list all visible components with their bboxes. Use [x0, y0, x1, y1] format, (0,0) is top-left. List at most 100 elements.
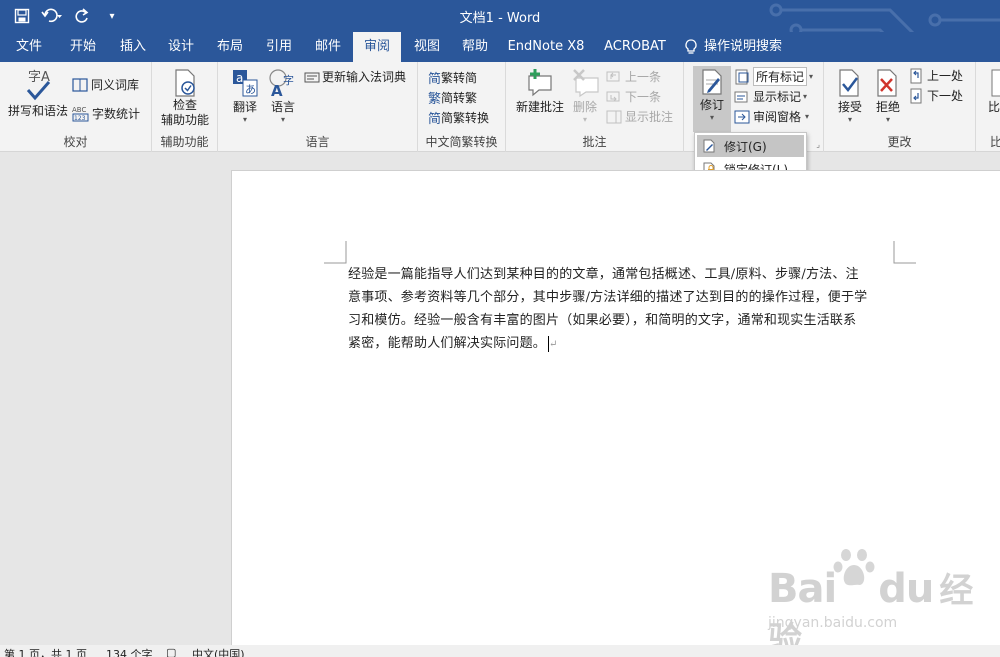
margin-corner-mark-right — [893, 241, 916, 264]
update-ime-dictionary-button[interactable]: 更新输入法词典 — [304, 68, 406, 85]
show-markup-button[interactable]: 显示标记 ▾ — [734, 88, 807, 105]
tab-insert[interactable]: 插入 — [108, 32, 158, 62]
tell-me-search[interactable]: 操作说明搜索 — [684, 32, 782, 62]
accept-dropdown-arrow[interactable]: ▾ — [848, 115, 852, 125]
track-changes-small-icon — [703, 139, 715, 153]
translate-dropdown-arrow[interactable]: ▾ — [243, 115, 247, 125]
proofing-status-icon[interactable]: ▢ — [166, 646, 176, 657]
language-status[interactable]: 中文(中国) — [192, 646, 245, 657]
accept-button[interactable]: 接受 ▾ — [832, 68, 868, 125]
next-comment-button[interactable]: 下一条 — [606, 88, 661, 105]
compare-button[interactable]: 比 — [988, 68, 1000, 115]
svg-text:字: 字 — [283, 73, 294, 87]
previous-comment-button[interactable]: 上一条 — [606, 68, 661, 85]
tab-view[interactable]: 视图 — [402, 32, 452, 62]
simplified-to-traditional-button[interactable]: 繁简转繁 — [428, 88, 477, 107]
tab-layout[interactable]: 布局 — [205, 32, 255, 62]
translate-icon: aあ — [233, 70, 258, 97]
reviewing-pane-icon — [734, 110, 750, 123]
delete-comment-label: 删除 — [572, 100, 597, 114]
word-count-button[interactable]: ABC 123 字数统计 — [72, 104, 140, 122]
reject-button[interactable]: 拒绝 ▾ — [870, 68, 906, 125]
previous-comment-icon — [606, 71, 620, 81]
thesaurus-button[interactable]: 同义词库 — [72, 76, 139, 93]
tab-review[interactable]: 审阅 — [353, 32, 401, 62]
translate-button[interactable]: aあ 翻译 ▾ — [228, 68, 262, 125]
watermark-brand: Bai du 经验 — [768, 566, 973, 657]
reject-dropdown-arrow[interactable]: ▾ — [886, 115, 890, 125]
show-markup-dropdown-arrow[interactable]: ▾ — [803, 92, 807, 102]
tab-acrobat[interactable]: ACROBAT — [598, 32, 672, 62]
text-line-last: 紧密，能帮助人们解决实际问题。 ↵ — [348, 332, 893, 356]
book-icon — [72, 77, 88, 92]
next-comment-label: 下一条 — [625, 90, 662, 104]
language-button[interactable]: A字 语言 ▾ — [266, 68, 300, 125]
traditional-to-simplified-button[interactable]: 简繁转简 — [428, 68, 477, 87]
reviewing-pane-dropdown-arrow[interactable]: ▾ — [805, 112, 809, 122]
show-comments-button[interactable]: 显示批注 — [606, 108, 673, 125]
spelling-check-icon: 字A — [26, 70, 51, 101]
tab-references[interactable]: 引用 — [254, 32, 304, 62]
page-count[interactable]: 第 1 页，共 1 页 — [4, 646, 87, 657]
text-line: 紧密，能帮助人们解决实际问题。 — [348, 336, 547, 351]
previous-change-icon — [910, 68, 922, 83]
chinese-conversion-label: 简繁转换 — [441, 111, 490, 125]
group-label-comments: 批注 — [582, 135, 607, 149]
chinese-conversion-button[interactable]: 简简繁转换 — [428, 108, 489, 127]
tracking-options-launcher-icon[interactable]: ⌟ — [816, 140, 820, 149]
group-accessibility: 检查 辅助功能 辅助功能 — [152, 62, 218, 152]
new-comment-button[interactable]: 新建批注 — [512, 68, 568, 115]
tab-help[interactable]: 帮助 — [450, 32, 500, 62]
update-ime-dictionary-label: 更新输入法词典 — [322, 70, 407, 84]
tab-home[interactable]: 开始 — [58, 32, 108, 62]
delete-comment-button[interactable]: 删除 ▾ — [566, 68, 604, 125]
next-change-button[interactable]: 下一处 — [910, 87, 963, 104]
tell-me-label: 操作说明搜索 — [704, 39, 783, 54]
previous-change-button[interactable]: 上一处 — [910, 67, 963, 84]
text-line: 习和模仿。经验一般含有丰富的图片（如果必要），和简明的文字，通常和现实生活联系 — [348, 313, 857, 328]
spelling-grammar-button[interactable]: 字A 拼写和语法 — [6, 68, 70, 119]
language-dropdown-arrow[interactable]: ▾ — [281, 115, 285, 125]
menu-item-track-changes-label: 修订(G) — [724, 139, 767, 154]
svg-text:ABC: ABC — [72, 106, 86, 114]
menu-item-track-changes[interactable]: 修订(G) — [697, 135, 804, 157]
group-comments: 新建批注 删除 ▾ 上一条 下一条 显示批注 批注 — [506, 62, 684, 152]
track-changes-dropdown-arrow[interactable]: ▾ — [710, 113, 714, 123]
svg-text:あ: あ — [245, 83, 256, 96]
watermark-url: jingyan.baidu.com — [768, 615, 898, 631]
group-label-chinese-conversion: 中文简繁转换 — [425, 135, 498, 149]
svg-text:123: 123 — [74, 115, 86, 122]
document-body-text[interactable]: 经验是一篇能指导人们达到某种目的的文章，通常包括概述、工具/原料、步骤/方法、注… — [348, 263, 893, 356]
paragraph-mark: ↵ — [549, 339, 558, 350]
language-icon: A字 — [269, 69, 294, 98]
next-change-icon — [910, 88, 922, 103]
group-label-proofing: 校对 — [63, 135, 88, 149]
reviewing-pane-button[interactable]: 审阅窗格 ▾ — [734, 108, 809, 125]
accessibility-check-icon — [175, 69, 195, 97]
tab-endnote[interactable]: EndNote X8 — [504, 32, 588, 62]
compare-icon — [991, 69, 1000, 97]
new-comment-icon — [528, 69, 552, 97]
show-markup-label: 显示标记 — [753, 90, 802, 104]
tab-file[interactable]: 文件 — [4, 32, 54, 62]
word-count-status[interactable]: 134 个字 — [106, 646, 153, 657]
delete-comment-dropdown-arrow[interactable]: ▾ — [583, 115, 587, 125]
svg-text:a: a — [236, 71, 243, 85]
spelling-grammar-label: 拼写和语法 — [7, 104, 68, 118]
lightbulb-icon — [685, 39, 697, 54]
check-accessibility-button[interactable]: 检查 辅助功能 — [156, 68, 214, 128]
markup-display-select[interactable]: 所有标记 ▾ — [734, 67, 813, 86]
previous-comment-label: 上一条 — [625, 70, 662, 84]
tab-mailings[interactable]: 邮件 — [303, 32, 353, 62]
group-compare: 比 比 — [976, 62, 1000, 152]
group-chinese-conversion: 简繁转简 繁简转繁 简简繁转换 中文简繁转换 — [418, 62, 506, 152]
word-count-icon: ABC123 — [72, 106, 89, 122]
track-changes-button[interactable]: 修订 ▾ — [693, 66, 731, 132]
chinese-conversion-icon: 简 — [428, 112, 442, 127]
group-changes: 接受 ▾ 拒绝 ▾ 上一处 下一处 更改 — [824, 62, 976, 152]
group-label-compare: 比 — [990, 135, 1000, 149]
tab-design[interactable]: 设计 — [156, 32, 206, 62]
thesaurus-label: 同义词库 — [91, 78, 140, 92]
markup-display-dropdown-arrow[interactable]: ▾ — [809, 72, 813, 82]
translate-label: 翻译 — [232, 100, 257, 114]
